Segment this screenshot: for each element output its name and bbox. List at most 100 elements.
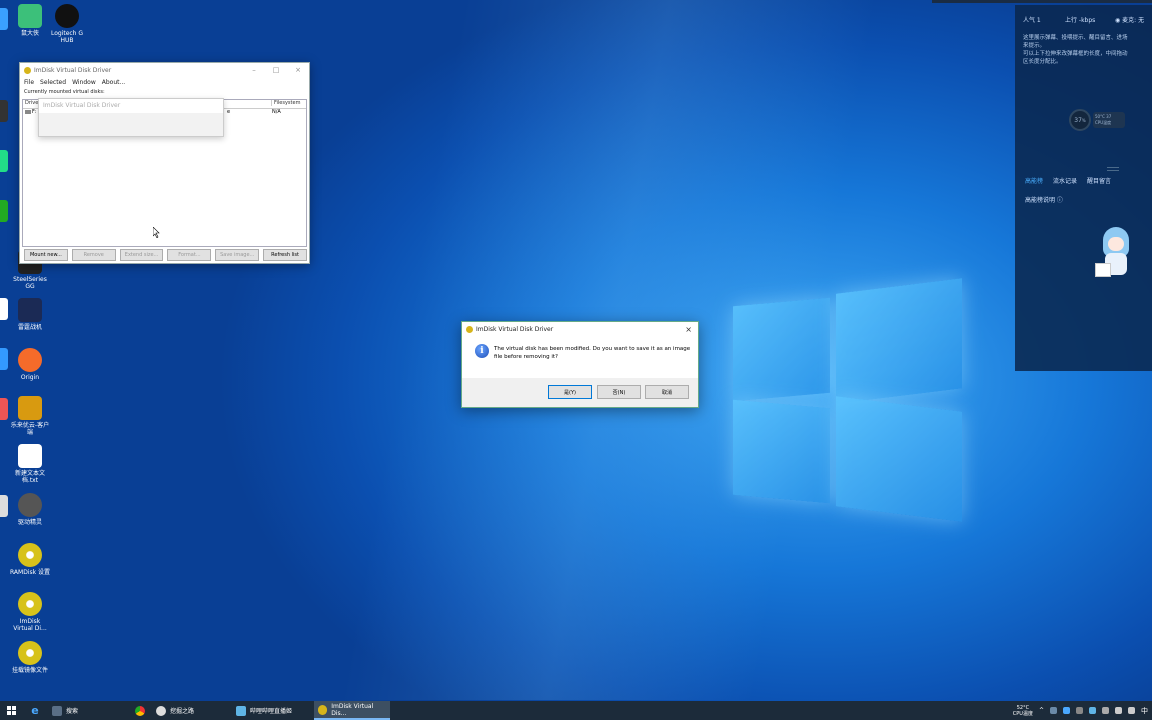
save-confirm-dialog: ImDisk Virtual Disk Driver × i The virtu… [461,321,699,408]
partial-icon[interactable] [0,298,8,320]
cpu-widget: 37% 50°C 37 CPU温度 [1069,109,1125,133]
format-button[interactable]: Format... [167,249,212,261]
remove-button[interactable]: Remove [71,249,116,261]
game-icon [18,298,42,322]
taskbar-item-bilibili[interactable]: 哔哩哔哩直播姬 [232,701,314,720]
mascot-box [1095,263,1111,277]
menu-about[interactable]: About... [102,79,125,86]
imdisk-app-icon [466,325,473,333]
tray-app-icon[interactable] [1102,707,1109,714]
chrome-icon [135,705,145,716]
windows-logo-pane-tl [733,297,830,402]
partial-icon[interactable] [0,495,8,517]
desktop-icon[interactable]: Origin [10,348,50,381]
column-filesystem[interactable]: Filesystem [271,100,300,106]
taskbar-item-game[interactable]: 挖掘之路 [152,701,232,720]
document-icon [52,705,62,716]
disc-icon [18,592,42,616]
partial-icon[interactable] [0,348,8,370]
desktop-icon[interactable]: 新建文本文档.txt [10,444,50,484]
start-button[interactable] [0,701,22,720]
partial-icon[interactable] [0,100,8,122]
partial-icon[interactable] [0,398,8,420]
no-button[interactable]: 否(N) [597,385,641,399]
network-icon[interactable] [1115,707,1122,714]
system-tray: 52°C CPU温度 ^ 中 [1013,705,1152,717]
edge-icon: e [31,704,39,717]
desktop-icon[interactable]: 雷霆战机 [10,298,50,331]
desktop-icon[interactable]: RAMDisk 设置 [10,543,50,576]
maximize-icon[interactable]: □ [265,66,287,74]
taskbar: e 搜索 挖掘之路 哔哩哔哩直播姬 ImDisk Virtual Dis... … [0,701,1152,720]
windows-start-icon [6,706,16,715]
desktop-icon[interactable]: 驱动精灵 [10,493,50,526]
menu-file[interactable]: File [24,79,34,86]
volume-icon[interactable] [1128,707,1135,714]
rank-caption[interactable]: 高能榜说明 ⓘ [1025,195,1063,204]
game-icon [156,705,166,716]
tab-rank[interactable]: 高能榜 [1025,176,1043,185]
ghost-popup: ImDisk Virtual Disk Driver [38,98,224,137]
desktop-icon[interactable]: 挂载镜像文件 [10,641,50,674]
imdisk-app-icon [24,66,31,74]
extend-size-button[interactable]: Extend size... [119,249,164,261]
tray-app-icon[interactable] [1089,707,1096,714]
disc-icon [318,704,328,715]
shudaxia-icon [18,4,42,28]
minimize-icon[interactable]: – [243,66,265,74]
title-bar: ImDisk Virtual Disk Driver – □ × [20,63,309,77]
column-drive[interactable]: Drive [25,100,38,106]
mic-status[interactable]: ◉ 麦克: 无 [1115,15,1144,24]
partial-icon[interactable] [0,200,8,222]
tray-app-icon[interactable] [1050,707,1057,714]
save-image-button[interactable]: Save image... [215,249,260,261]
row-type: e [227,109,231,115]
menu-selected[interactable]: Selected [40,79,66,86]
taskbar-item-imdisk[interactable]: ImDisk Virtual Dis... [314,701,390,720]
origin-icon [18,348,42,372]
upload-text: 上行 -kbps [1065,17,1096,24]
refresh-list-button[interactable]: Refresh list [263,249,307,261]
yes-button[interactable]: 是(Y) [548,385,592,399]
tab-super-chat[interactable]: 醒目留言 [1087,176,1111,185]
close-icon[interactable]: × [685,325,692,334]
top-bar-strip [932,0,1152,3]
tray-app-icon[interactable] [1076,707,1083,714]
tab-history[interactable]: 流水记录 [1053,176,1077,185]
drive-icon [25,110,31,114]
cpu-temp-tray[interactable]: 52°C CPU温度 [1013,705,1033,717]
resize-handle[interactable] [1107,167,1119,171]
text-file-icon [18,444,42,468]
desktop-icon[interactable]: ImDisk Virtual Di... [10,592,50,632]
dialog-footer: 是(Y) 否(N) 取消 [462,378,698,406]
panel-tabs: 高能榜 流水记录 醒目留言 [1025,176,1111,185]
cpu-info-pill: 50°C 37 CPU温度 [1093,112,1125,128]
desktop-icon[interactable]: Logitech G HUB [47,4,87,44]
cpu-gauge: 37% [1069,109,1091,131]
taskbar-item-search[interactable]: 搜索 [48,701,128,720]
close-icon[interactable]: × [287,66,309,74]
chevron-up-icon[interactable]: ^ [1039,707,1044,714]
mount-new-button[interactable]: Mount new... [24,249,68,261]
tray-app-icon[interactable] [1063,707,1070,714]
edge-button[interactable]: e [22,701,48,720]
chrome-button[interactable] [128,701,152,720]
disc-icon [18,641,42,665]
dialog-body: i The virtual disk has been modified. Do… [462,336,698,378]
dialog-title-bar: ImDisk Virtual Disk Driver × [462,322,698,336]
popularity-text: 人气 1 [1023,17,1041,24]
desktop-icon[interactable]: 乐来优云-客户端 [10,396,50,436]
partial-icon[interactable] [0,8,8,30]
cancel-button[interactable]: 取消 [645,385,689,399]
partial-icon[interactable] [0,150,8,172]
windows-logo-pane-br [836,396,962,522]
notice-text: 这里展示弹幕、投喂提示、醒目留言、进场 来提示。 可以上下拉伸来改弹幕框的长度，… [1023,35,1128,65]
list-caption: Currently mounted virtual disks: [24,89,105,95]
ime-indicator[interactable]: 中 [1141,706,1148,716]
menu-window[interactable]: Window [72,79,96,86]
desktop-icon[interactable]: 鼠大侠 [10,4,50,37]
windows-logo-pane-bl [733,399,830,504]
mouse-cursor-icon [153,227,160,238]
disc-icon [18,543,42,567]
info-icon: i [475,344,489,358]
